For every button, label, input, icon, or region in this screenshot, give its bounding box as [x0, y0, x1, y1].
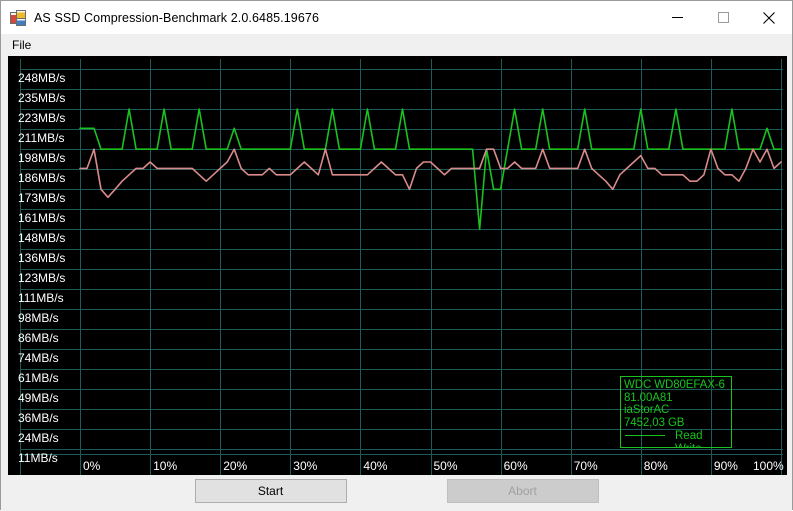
- legend-label-write: Write: [675, 443, 702, 447]
- x-axis-label: 60%: [503, 459, 528, 473]
- x-axis-label: 20%: [223, 459, 248, 473]
- legend-box: WDC WD80EFAX-6 81.00A81 iaStorAC 7452,03…: [620, 376, 732, 448]
- app-window: AS SSD Compression-Benchmark 2.0.6485.19…: [0, 0, 793, 511]
- title-bar: AS SSD Compression-Benchmark 2.0.6485.19…: [1, 1, 792, 34]
- benchmark-chart: 248MB/s 235MB/s 223MB/s 211MB/s 198MB/s 186MB…: [8, 56, 787, 475]
- abort-button: Abort: [446, 479, 599, 503]
- x-axis-label: 100%: [753, 459, 784, 473]
- y-axis-label: 111MB/s: [18, 291, 64, 305]
- y-axis-label: 36MB/s: [18, 411, 59, 425]
- maximize-icon: [717, 12, 729, 23]
- y-axis-label: 186MB/s: [18, 171, 66, 185]
- legend-controller: iaStorAC: [624, 404, 670, 417]
- legend-drive-model: WDC WD80EFAX-6: [624, 379, 725, 391]
- button-bar: Start Abort: [1, 475, 792, 511]
- legend-entry-read: Read: [624, 429, 731, 442]
- app-window-icon: [10, 9, 26, 26]
- maximize-button[interactable]: [700, 1, 746, 34]
- legend-capacity: 7452,03 GB: [624, 416, 685, 429]
- legend-entry-write: Write: [624, 442, 731, 447]
- y-axis-label: 98MB/s: [18, 311, 59, 325]
- menu-bar: File: [1, 34, 792, 56]
- minimize-icon: [671, 17, 683, 18]
- y-axis-label: 86MB/s: [18, 331, 59, 345]
- y-axis-label: 173MB/s: [18, 191, 66, 205]
- y-axis-label: 61MB/s: [18, 371, 59, 385]
- y-axis-label: 161MB/s: [18, 211, 66, 225]
- y-axis-label: 123MB/s: [18, 271, 66, 285]
- y-axis-label: 136MB/s: [18, 251, 66, 265]
- y-axis-label: 148MB/s: [18, 231, 66, 245]
- legend-label-read: Read: [675, 429, 703, 442]
- y-axis-label: 24MB/s: [18, 431, 59, 445]
- y-axis-label: 248MB/s: [18, 71, 66, 85]
- window-controls: [654, 1, 792, 34]
- start-button[interactable]: Start: [194, 479, 347, 503]
- menu-item-file[interactable]: File: [3, 35, 40, 56]
- x-axis-label: 40%: [363, 459, 388, 473]
- y-axis-label: 49MB/s: [18, 391, 59, 405]
- x-axis-label: 0%: [83, 459, 101, 473]
- close-button[interactable]: [746, 1, 792, 34]
- x-axis-label: 90%: [713, 459, 738, 473]
- close-icon: [763, 11, 775, 24]
- legend-swatch-read: [625, 435, 665, 437]
- y-axis-label: 235MB/s: [18, 91, 66, 105]
- x-axis-label: 70%: [573, 459, 598, 473]
- minimize-button[interactable]: [654, 1, 700, 34]
- icon-pane-blue: [16, 17, 26, 26]
- y-axis-label: 198MB/s: [18, 151, 66, 165]
- y-axis-label: 74MB/s: [18, 351, 59, 365]
- x-axis-label: 10%: [153, 459, 178, 473]
- x-axis-label: 50%: [433, 459, 458, 473]
- window-title: AS SSD Compression-Benchmark 2.0.6485.19…: [34, 10, 320, 25]
- legend-firmware: 81.00A81: [624, 391, 673, 404]
- y-axis-label: 223MB/s: [18, 111, 66, 125]
- x-axis-label: 30%: [293, 459, 318, 473]
- chart-container: 248MB/s 235MB/s 223MB/s 211MB/s 198MB/s 186MB…: [1, 56, 792, 475]
- x-axis-label: 80%: [643, 459, 668, 473]
- y-axis-label: 211MB/s: [18, 131, 65, 145]
- y-axis-label: 11MB/s: [18, 451, 58, 465]
